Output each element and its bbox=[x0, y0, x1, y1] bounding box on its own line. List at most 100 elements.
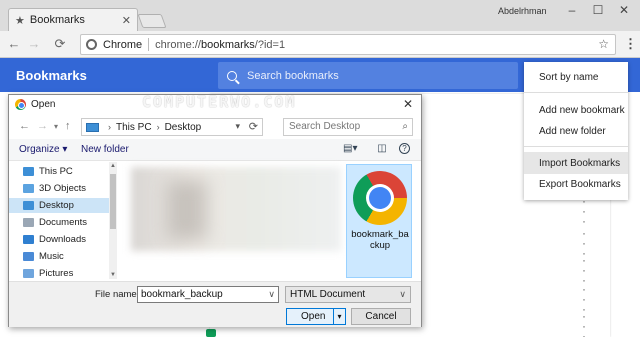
breadcrumb[interactable]: › This PC › Desktop ▾ ⟳ bbox=[81, 118, 263, 136]
chevron-down-icon[interactable]: ▾ bbox=[235, 121, 240, 132]
close-icon[interactable]: ✕ bbox=[122, 14, 131, 27]
scroll-up-icon[interactable]: ▲ bbox=[110, 163, 116, 169]
file-name-label: File name: bbox=[95, 289, 140, 300]
file-name-input[interactable]: bookmark_backup ∨ bbox=[137, 286, 279, 303]
tree-item-pictures[interactable]: Pictures bbox=[9, 266, 109, 281]
chrome-logo-icon bbox=[353, 171, 407, 225]
tree-scrollbar[interactable]: ▲ ▼ bbox=[109, 162, 117, 279]
menu-item-sort-by-name[interactable]: Sort by name bbox=[539, 72, 598, 83]
address-bar[interactable]: Chrome chrome://bookmarks/?id=1 ☆ bbox=[80, 34, 616, 55]
search-placeholder: Search Desktop bbox=[289, 121, 361, 132]
organize-button[interactable]: Organize ▾ bbox=[19, 144, 67, 155]
close-icon[interactable]: ✕ bbox=[403, 97, 413, 111]
cancel-button[interactable]: Cancel bbox=[351, 308, 411, 325]
tree-item-desktop[interactable]: Desktop bbox=[9, 198, 109, 213]
maximize-icon[interactable]: ☐ bbox=[586, 2, 610, 18]
back-icon[interactable]: ← bbox=[6, 36, 22, 52]
view-options-icon[interactable]: ▤▾ bbox=[343, 143, 357, 155]
open-file-dialog: Open ✕ ← → ▾ ↑ › This PC › Desktop ▾ ⟳ S… bbox=[8, 94, 422, 327]
tree-item-documents[interactable]: Documents bbox=[9, 215, 109, 230]
minimize-icon[interactable]: – bbox=[560, 2, 584, 18]
more-icon[interactable]: · · · bbox=[582, 254, 586, 286]
search-input[interactable]: Search Desktop ⌕ bbox=[283, 118, 413, 136]
tree-item-music[interactable]: Music bbox=[9, 249, 109, 264]
menu-item-export-bookmarks[interactable]: Export Bookmarks bbox=[539, 179, 621, 190]
bookmark-star-icon[interactable]: ☆ bbox=[598, 37, 609, 51]
desktop-icon bbox=[23, 201, 34, 210]
tree-item-label: Music bbox=[39, 251, 64, 262]
menu-divider bbox=[524, 146, 628, 147]
window-close-icon[interactable]: ✕ bbox=[612, 2, 636, 18]
chrome-icon bbox=[86, 39, 97, 50]
file-name-value: bookmark_backup bbox=[141, 289, 223, 300]
tree-item-label: This PC bbox=[39, 166, 73, 177]
forward-icon[interactable]: → bbox=[37, 120, 48, 132]
browser-toolbar: ← → ⟳ Chrome chrome://bookmarks/?id=1 ☆ … bbox=[0, 31, 640, 58]
back-icon[interactable]: ← bbox=[19, 120, 30, 132]
cube-icon bbox=[23, 184, 34, 193]
forward-icon[interactable]: → bbox=[26, 36, 42, 52]
menu-item-import-bookmarks[interactable]: Import Bookmarks bbox=[539, 158, 620, 169]
more-icon[interactable]: · · · bbox=[582, 310, 586, 337]
tree-item-downloads[interactable]: Downloads bbox=[9, 232, 109, 247]
tree-item-label: Pictures bbox=[39, 268, 74, 279]
scrollbar-thumb[interactable] bbox=[110, 174, 116, 229]
chevron-down-icon[interactable]: ∨ bbox=[268, 287, 275, 302]
document-icon bbox=[23, 218, 34, 227]
blurred-files bbox=[131, 167, 341, 251]
open-button[interactable]: Open ▾ bbox=[286, 308, 346, 325]
computer-icon bbox=[23, 167, 34, 176]
more-icon[interactable]: · · · bbox=[582, 195, 586, 227]
address-url: chrome://bookmarks/?id=1 bbox=[155, 38, 286, 51]
tab-title: Bookmarks bbox=[29, 14, 85, 26]
file-type-value: HTML Document bbox=[290, 289, 366, 300]
chrome-menu-icon[interactable]: ⋮ bbox=[624, 36, 637, 52]
organize-menu: Sort by name Add new bookmark Add new fo… bbox=[524, 62, 628, 200]
tree-item-3d-objects[interactable]: 3D Objects bbox=[9, 181, 109, 196]
reload-icon[interactable]: ⟳ bbox=[52, 36, 68, 52]
computer-icon bbox=[86, 122, 99, 132]
browser-titlebar: ★ Bookmarks ✕ Abdelrhman – ☐ ✕ bbox=[0, 0, 640, 31]
picture-icon bbox=[23, 269, 34, 278]
tree-item-label: Desktop bbox=[39, 200, 74, 211]
menu-item-add-folder[interactable]: Add new folder bbox=[539, 126, 606, 137]
breadcrumb-item[interactable]: Desktop bbox=[165, 122, 202, 133]
profile-name[interactable]: Abdelrhman bbox=[498, 6, 547, 16]
blurred-files bbox=[167, 180, 207, 240]
chevron-down-icon[interactable]: ▾ bbox=[333, 309, 345, 324]
breadcrumb-item[interactable]: This PC bbox=[116, 122, 152, 133]
tree-item-label: 3D Objects bbox=[39, 183, 86, 194]
up-icon[interactable]: ↑ bbox=[65, 120, 71, 132]
command-bar: Organize ▾ New folder ▤▾ ◫ ? bbox=[9, 139, 421, 161]
bookmarks-search-input[interactable]: Search bookmarks bbox=[218, 62, 518, 89]
chevron-down-icon[interactable]: ▾ bbox=[54, 122, 58, 131]
watermark-text: COMPUTERWO.COM bbox=[142, 93, 297, 111]
help-icon[interactable]: ? bbox=[399, 143, 410, 154]
refresh-icon[interactable]: ⟳ bbox=[249, 120, 258, 133]
dialog-navigation: ← → ▾ ↑ › This PC › Desktop ▾ ⟳ Search D… bbox=[9, 115, 421, 139]
new-tab-button[interactable] bbox=[137, 14, 167, 28]
preview-pane-icon[interactable]: ◫ bbox=[375, 143, 389, 155]
address-site-label: Chrome bbox=[103, 38, 143, 51]
search-icon: ⌕ bbox=[402, 121, 408, 132]
star-icon: ★ bbox=[15, 14, 25, 27]
chrome-icon bbox=[15, 99, 26, 110]
chevron-down-icon: ∨ bbox=[399, 289, 406, 299]
menu-item-add-bookmark[interactable]: Add new bookmark bbox=[539, 105, 625, 116]
scroll-down-icon[interactable]: ▼ bbox=[110, 272, 116, 278]
file-type-select[interactable]: HTML Document ∨ bbox=[285, 286, 411, 303]
dialog-title: Open bbox=[31, 99, 56, 110]
tree-item-this-pc[interactable]: This PC bbox=[9, 164, 109, 179]
tree-item-label: Downloads bbox=[39, 234, 86, 245]
download-icon bbox=[23, 235, 34, 244]
music-icon bbox=[23, 252, 34, 261]
new-folder-button[interactable]: New folder bbox=[81, 144, 129, 155]
dialog-footer: File name: bookmark_backup ∨ HTML Docume… bbox=[9, 281, 421, 327]
open-button-label: Open bbox=[301, 311, 326, 322]
browser-tab[interactable]: ★ Bookmarks ✕ bbox=[8, 8, 138, 31]
chevron-right-icon: › bbox=[156, 122, 160, 132]
file-list: bookmark_backup bbox=[127, 162, 419, 280]
page-title: Bookmarks bbox=[16, 68, 87, 83]
file-item-selected[interactable]: bookmark_backup bbox=[346, 164, 412, 278]
file-item-label: bookmark_backup bbox=[351, 229, 409, 251]
